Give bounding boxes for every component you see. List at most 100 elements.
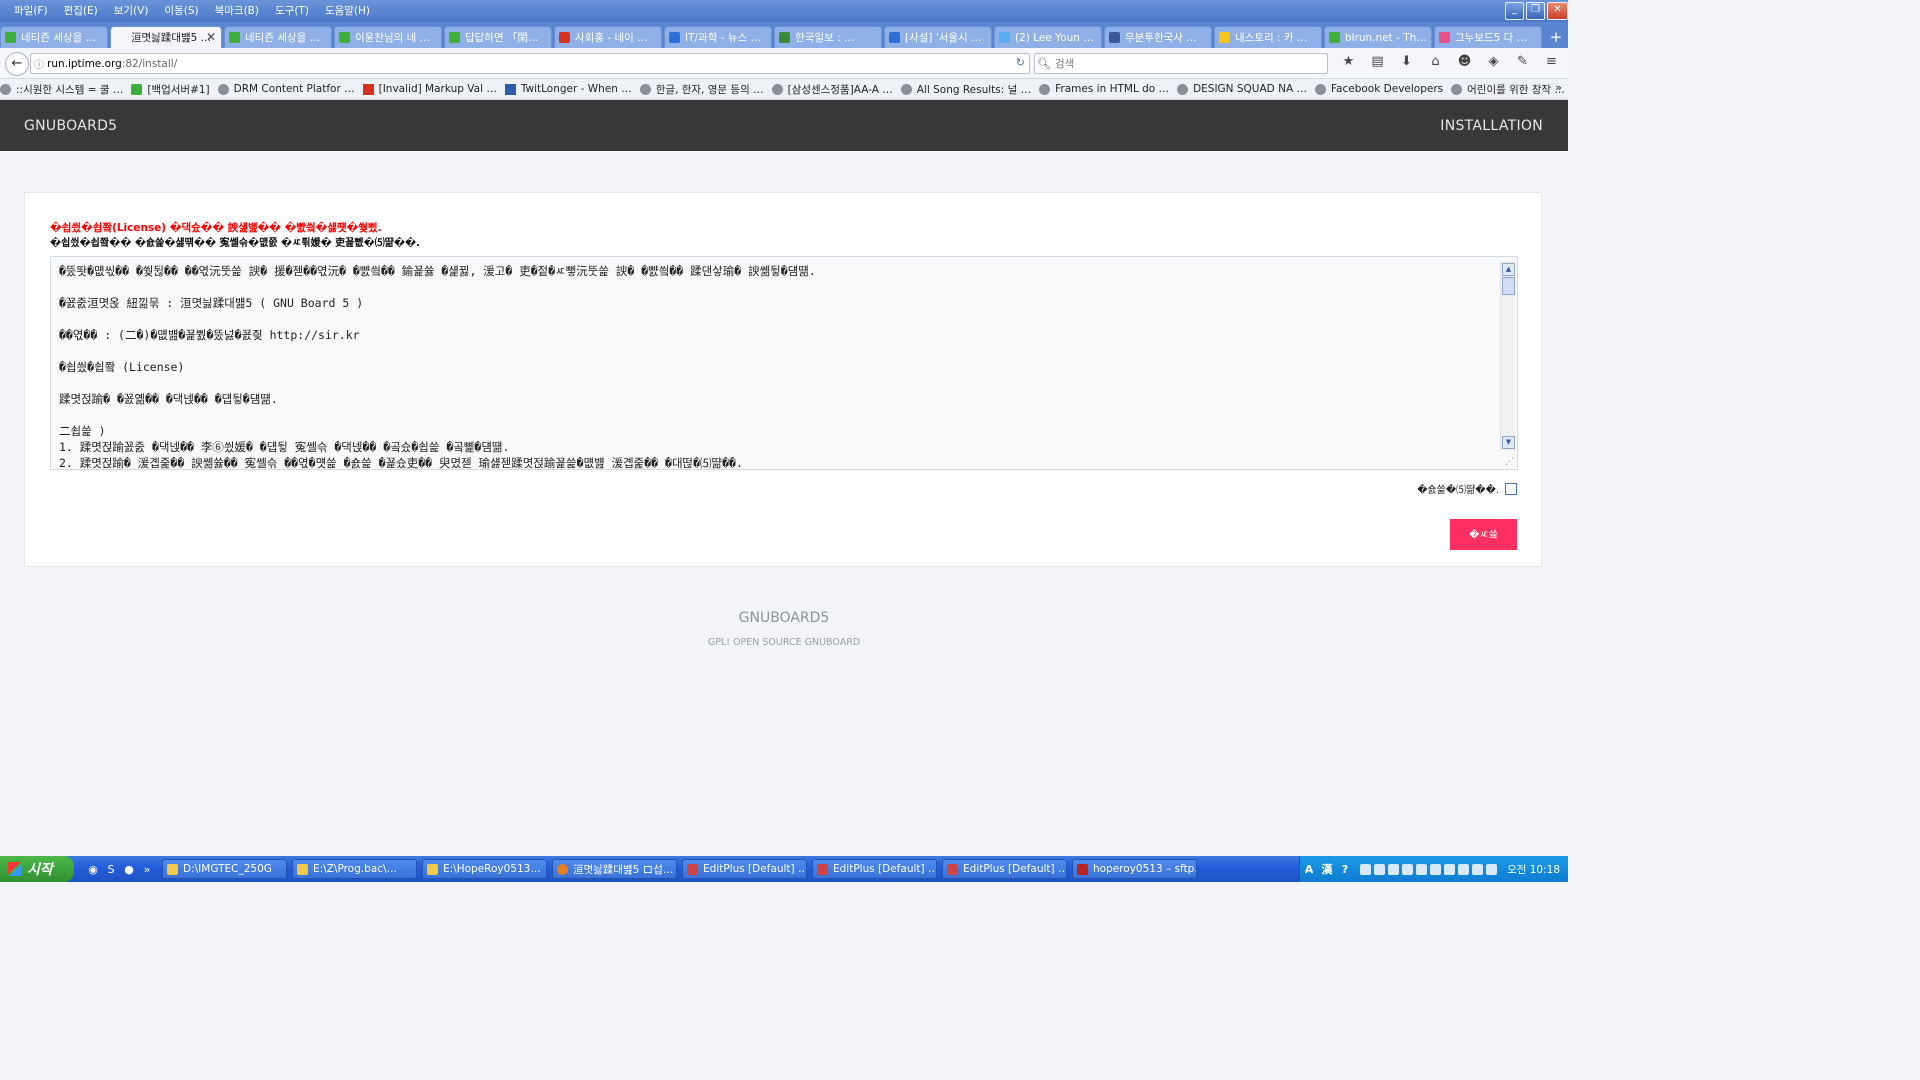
taskbar-task-button[interactable]: EditPlus [Default] …: [942, 859, 1067, 879]
bookmarks-overflow-icon[interactable]: »: [1555, 81, 1562, 94]
tab-close-icon[interactable]: ✕: [206, 30, 216, 44]
browser-tab[interactable]: IT/과학 - 뉴스 …: [664, 26, 772, 48]
quicklaunch-skype-icon[interactable]: S: [102, 863, 120, 876]
license-textarea[interactable]: �뚰똿�먮씫�� �쒖뒪�� ��엯沅뚯쓽 諛� 援�젣��엯沅� �뺤씤�� …: [50, 256, 1518, 470]
taskbar-task-button[interactable]: E:\HopeRoy0513…: [422, 859, 547, 879]
tab-favicon-icon: [5, 32, 16, 43]
browser-tab[interactable]: 洹몃늻蹂대뱶5 … ✕: [110, 26, 222, 48]
agree-checkbox[interactable]: [1505, 482, 1517, 495]
quicklaunch-ie-icon[interactable]: ◉: [84, 863, 102, 876]
new-tab-button[interactable]: +: [1544, 26, 1568, 48]
site-info-icon[interactable]: ⓘ: [31, 56, 47, 71]
url-bar[interactable]: ⓘ run.iptime.org:82/install/ ↻: [30, 53, 1030, 74]
ime-language[interactable]: A: [1300, 863, 1318, 876]
restore-button[interactable]: ❐: [1526, 2, 1545, 20]
tray-icon[interactable]: [1472, 863, 1483, 875]
next-button[interactable]: �ㅼ쓬: [1450, 519, 1517, 550]
taskbar-task-button[interactable]: 洹몃늻蹂대뱶5 ロ섭…: [552, 859, 677, 879]
scroll-thumb[interactable]: [1502, 277, 1515, 295]
menu-view[interactable]: 보기(V): [106, 4, 157, 18]
bookmark-item[interactable]: ::시원한 시스템 = 쿨 …: [0, 82, 123, 97]
start-button[interactable]: 시작: [0, 856, 74, 882]
menu-bookmarks[interactable]: 북마크(B): [207, 4, 267, 18]
agree-row: �숈쓽�⑸땲��.: [1417, 481, 1517, 496]
browser-tab[interactable]: 이윤찬님의 네 …: [334, 26, 442, 48]
menu-file[interactable]: 파일(F): [6, 4, 56, 18]
bookmark-star-icon[interactable]: ★: [1334, 54, 1363, 69]
tab-label: (2) Lee Youn …: [1015, 31, 1094, 44]
search-input[interactable]: [1053, 56, 1317, 71]
tray-icon[interactable]: [1416, 863, 1427, 875]
tray-icon[interactable]: [1402, 863, 1413, 875]
site-logo[interactable]: GNUBOARD5: [24, 118, 117, 134]
folder-icon: [297, 863, 308, 875]
reload-icon[interactable]: ↻: [1016, 56, 1025, 69]
downloads-icon[interactable]: ⬇: [1392, 54, 1421, 69]
globe-icon: [639, 83, 651, 95]
tab-label: 내스토리 : 카 …: [1235, 32, 1308, 44]
menu-go[interactable]: 이동(S): [156, 4, 206, 18]
pocket-icon[interactable]: ◈: [1479, 54, 1508, 69]
license-scrollbar[interactable]: ▲ ▼: [1500, 261, 1515, 451]
search-box[interactable]: 🔍︎: [1034, 53, 1328, 74]
bookmark-item[interactable]: Facebook Developers: [1314, 83, 1443, 95]
taskbar-task-button[interactable]: EditPlus [Default] …: [812, 859, 937, 879]
browser-tab[interactable]: 네티즌 세상을 …: [224, 26, 332, 48]
bookmark-favicon-icon: [504, 83, 516, 95]
bookmark-item[interactable]: DRM Content Platfor …: [217, 83, 355, 95]
menu-tools[interactable]: 도구(T): [267, 4, 317, 18]
tab-label: 그누보드5 다 …: [1455, 32, 1528, 44]
quicklaunch-chrome-icon[interactable]: ●: [120, 863, 138, 876]
home-icon[interactable]: ⌂: [1421, 54, 1450, 69]
tray-icon[interactable]: [1388, 863, 1399, 875]
bookmark-item[interactable]: [삼성센스정품]AA-A …: [771, 82, 893, 97]
bookmark-item[interactable]: 한글, 한자, 영문 등의 …: [639, 82, 764, 97]
bookmark-item[interactable]: DESIGN SQUAD NA …: [1177, 83, 1307, 95]
taskbar-task-button[interactable]: hoperoy0513 – sftp…: [1072, 859, 1197, 879]
resize-handle-icon[interactable]: ⋰: [1505, 457, 1514, 467]
browser-tab[interactable]: [사설] '서울시 …: [884, 26, 992, 48]
bookmark-item[interactable]: [Invalid] Markup Val …: [362, 83, 497, 95]
browser-tab[interactable]: 우분투한국사 …: [1104, 26, 1212, 48]
tray-icon[interactable]: [1486, 863, 1497, 875]
reading-list-icon[interactable]: ▤: [1363, 54, 1392, 69]
tray-icon[interactable]: [1360, 863, 1371, 875]
browser-tab[interactable]: blrun.net - Th…: [1324, 26, 1432, 48]
close-window-button[interactable]: ✕: [1547, 2, 1568, 20]
browser-tab[interactable]: (2) Lee Youn …: [994, 26, 1102, 48]
tray-icon[interactable]: [1444, 863, 1455, 875]
tray-icon[interactable]: [1430, 863, 1441, 875]
browser-tab[interactable]: 한국일보 : …: [774, 26, 882, 48]
bookmark-item[interactable]: All Song Results: 널 …: [900, 82, 1031, 97]
bookmark-item[interactable]: 어린이를 위한 창작 …: [1451, 82, 1565, 97]
ime-hanja[interactable]: 漢: [1318, 861, 1336, 877]
back-button[interactable]: ←: [5, 52, 29, 76]
tab-label: 우분투한국사 …: [1125, 32, 1197, 44]
chat-icon[interactable]: ☻: [1450, 54, 1479, 69]
minimize-button[interactable]: _: [1505, 2, 1524, 20]
scroll-down-icon[interactable]: ▼: [1502, 436, 1515, 449]
bookmark-item[interactable]: [백업서버#1]: [131, 82, 210, 97]
browser-tab[interactable]: 네티즌 세상을 …: [0, 26, 108, 48]
taskbar-task-button[interactable]: EditPlus [Default] …: [682, 859, 807, 879]
tray-icons: [1360, 863, 1500, 875]
menu-help[interactable]: 도움말(H): [317, 4, 378, 18]
hamburger-menu-icon[interactable]: ≡: [1537, 54, 1566, 69]
license-line: [59, 407, 1489, 423]
browser-tab[interactable]: 사회홍 - 네이 …: [554, 26, 662, 48]
edit-icon[interactable]: ✎: [1508, 54, 1537, 69]
browser-tab[interactable]: 답답하면 「閑…: [444, 26, 552, 48]
scroll-up-icon[interactable]: ▲: [1502, 263, 1515, 276]
tray-icon[interactable]: [1374, 863, 1385, 875]
bookmark-item[interactable]: TwitLonger - When …: [504, 83, 632, 95]
quicklaunch-more-icon[interactable]: »: [138, 863, 156, 876]
browser-tab[interactable]: 내스토리 : 카 …: [1214, 26, 1322, 48]
menu-edit[interactable]: 편집(E): [56, 4, 106, 18]
bookmark-item[interactable]: Frames in HTML do …: [1039, 83, 1169, 95]
taskbar-task-button[interactable]: D:\IMGTEC_250G: [162, 859, 287, 879]
ime-help-icon[interactable]: ?: [1336, 863, 1354, 876]
bookmark-favicon-icon: [131, 83, 143, 95]
tray-icon[interactable]: [1458, 863, 1469, 875]
taskbar-task-button[interactable]: E:\Z\Prog.bac\…: [292, 859, 417, 879]
browser-tab[interactable]: 그누보드5 다 …: [1434, 26, 1542, 48]
